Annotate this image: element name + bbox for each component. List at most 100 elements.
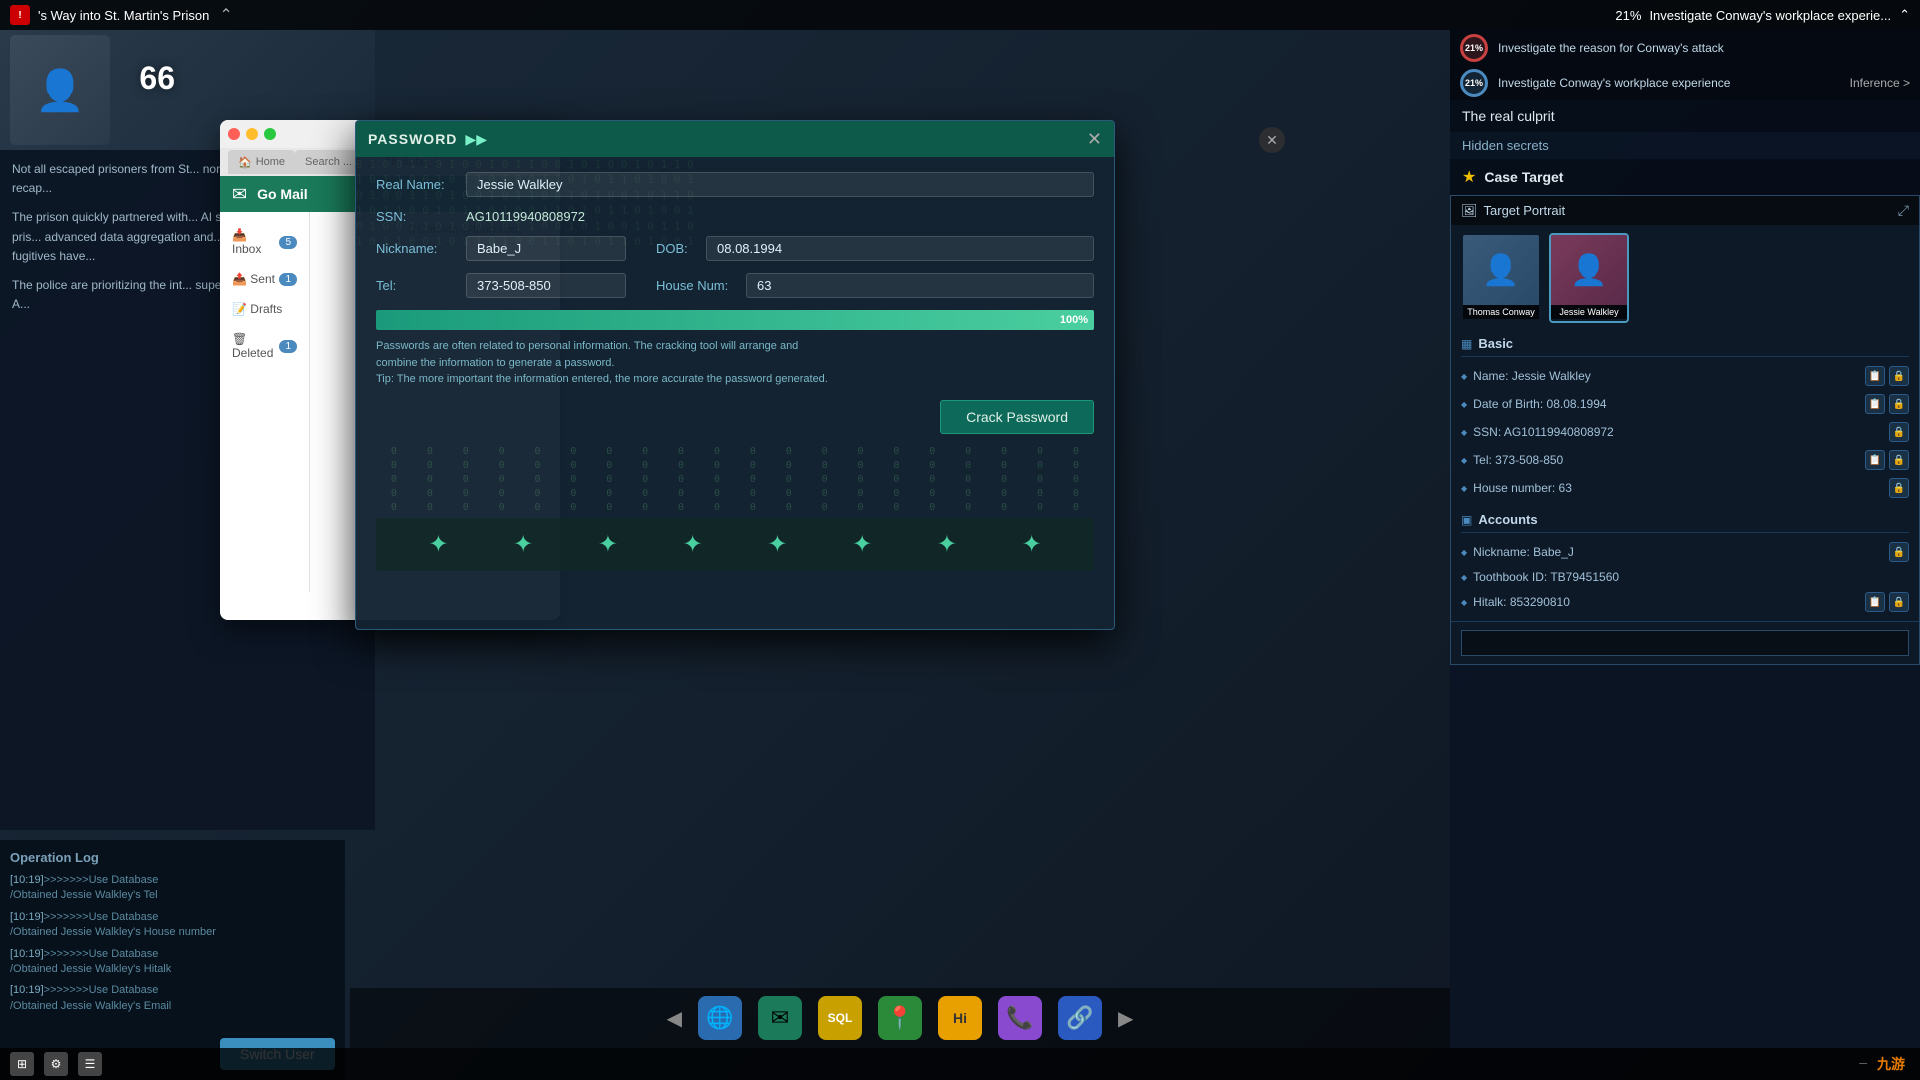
lock-dob-btn[interactable]: 🔒 <box>1889 394 1909 414</box>
lock-tel-btn[interactable]: 🔒 <box>1889 450 1909 470</box>
gomail-inbox[interactable]: 📥 Inbox 5 <box>220 220 309 264</box>
gomail-drafts[interactable]: 📝 Drafts <box>220 294 309 324</box>
top-bar-collapse-right[interactable]: ⌃ <box>1899 7 1910 23</box>
copy-dob-btn[interactable]: 📋 <box>1865 394 1885 414</box>
lock-nickname-btn[interactable]: 🔒 <box>1889 542 1909 562</box>
basic-info-section: ▦ Basic ◆ Name: Jessie Walkley 📋 🔒 ◆ Dat… <box>1451 331 1919 507</box>
dot-house: ◆ <box>1461 484 1467 493</box>
taskbar-menu-btn[interactable]: ☰ <box>78 1052 102 1076</box>
tab-search-label: Search ... <box>305 156 352 168</box>
label-toothbook: Toothbook ID: TB79451560 <box>1473 570 1909 584</box>
ssn-row: SSN: AG10119940808972 <box>376 209 1094 224</box>
tab-home-label: Home <box>256 156 285 168</box>
progress-percent: 100% <box>1060 314 1088 326</box>
copy-hitalk-btn[interactable]: 📋 <box>1865 592 1885 612</box>
task-description: Investigate Conway's workplace experie..… <box>1649 8 1891 23</box>
lock-ssn-btn[interactable]: 🔒 <box>1889 422 1909 442</box>
section-hidden-secrets: Hidden secrets <box>1450 132 1920 159</box>
deleted-badge: 1 <box>279 340 297 353</box>
dot-name: ◆ <box>1461 372 1467 381</box>
dock-globe-icon[interactable]: 🌐 <box>698 996 742 1040</box>
gomail-sent[interactable]: 📤 Sent 1 <box>220 264 309 294</box>
tab-home[interactable]: 🏠 Home <box>228 150 295 174</box>
gomail-logo-text: Go Mail <box>257 186 308 202</box>
lock-name-btn[interactable]: 🔒 <box>1889 366 1909 386</box>
dot-nickname: ◆ <box>1461 548 1467 557</box>
password-asterisk-8: ✦ <box>1022 530 1042 559</box>
conway-avatar-image: 👤 <box>1463 235 1539 305</box>
window-close-btn[interactable] <box>228 128 240 140</box>
info-row-tel: ◆ Tel: 373-508-850 📋 🔒 <box>1461 446 1909 474</box>
character-avatar: 👤 <box>10 35 110 145</box>
progress-bar-fill: 100% <box>376 310 1094 330</box>
inference-button[interactable]: Inference > <box>1850 76 1910 90</box>
portrait-icon: 🖼 <box>1461 203 1478 219</box>
hitalk-actions: 📋 🔒 <box>1865 592 1909 612</box>
search-input[interactable] <box>1461 630 1909 656</box>
dock-hi-icon[interactable]: Hi <box>938 996 982 1040</box>
password-asterisk-2: ✦ <box>513 530 533 559</box>
top-bar-right: 21% Investigate Conway's workplace exper… <box>1605 7 1920 23</box>
avatar-conway[interactable]: 👤 Thomas Conway <box>1461 233 1541 323</box>
dot-hitalk: ◆ <box>1461 598 1467 607</box>
password-body: 0 1 0 0 1 1 0 1 0 0 1 0 1 1 0 0 1 0 1 0 … <box>356 157 1114 586</box>
gomail-logo-icon: ✉ <box>232 184 247 205</box>
ssn-actions: 🔒 <box>1889 422 1909 442</box>
lock-hitalk-btn[interactable]: 🔒 <box>1889 592 1909 612</box>
accounts-info-header: ▣ Accounts <box>1461 507 1909 533</box>
copy-tel-btn[interactable]: 📋 <box>1865 450 1885 470</box>
info-row-toothbook: ◆ Toothbook ID: TB79451560 <box>1461 566 1909 588</box>
password-asterisk-4: ✦ <box>683 530 703 559</box>
label-ssn: SSN: AG10119940808972 <box>1473 425 1883 439</box>
window-minimize-btn[interactable] <box>246 128 258 140</box>
label-house: House number: 63 <box>1473 481 1883 495</box>
ssn-value: AG10119940808972 <box>466 209 585 224</box>
gomail-deleted[interactable]: 🗑 Deleted 1 <box>220 324 309 368</box>
dot-dob: ◆ <box>1461 400 1467 409</box>
collapse-icon[interactable]: ⌃ <box>219 5 232 25</box>
tab-home-icon: 🏠 <box>238 156 252 169</box>
target-portrait-panel: 🖼 Target Portrait ⤢ 👤 Thomas Conway 👤 Je… <box>1450 195 1920 665</box>
dot-ssn: ◆ <box>1461 428 1467 437</box>
basic-section-icon: ▦ <box>1461 337 1472 351</box>
info-row-dob: ◆ Date of Birth: 08.08.1994 📋 🔒 <box>1461 390 1909 418</box>
matrix-row-1: 00000000000000000000 <box>376 446 1094 457</box>
dock-right-arrow[interactable]: ▶ <box>1118 1006 1133 1031</box>
window-maximize-btn[interactable] <box>264 128 276 140</box>
password-title: PASSWORD <box>368 131 457 147</box>
dock-link-icon[interactable]: 🔗 <box>1058 996 1102 1040</box>
accounts-section-icon: ▣ <box>1461 513 1472 527</box>
crack-password-button[interactable]: Crack Password <box>940 400 1094 434</box>
dot-tel: ◆ <box>1461 456 1467 465</box>
dock-sql-icon[interactable]: SQL <box>818 996 862 1040</box>
matrix-row-4: 00000000000000000000 <box>376 488 1094 499</box>
nickname-value: Babe_J <box>466 236 626 261</box>
sent-badge: 1 <box>279 273 297 286</box>
info-row-ssn: ◆ SSN: AG10119940808972 🔒 <box>1461 418 1909 446</box>
tel-value: 373-508-850 <box>466 273 626 298</box>
taskbar-windows-btn[interactable]: ⊞ <box>10 1052 34 1076</box>
taskbar-settings-btn[interactable]: ⚙ <box>44 1052 68 1076</box>
dob-label: DOB: <box>656 241 706 256</box>
dock-phone-icon[interactable]: 📞 <box>998 996 1042 1040</box>
portrait-header: 🖼 Target Portrait ⤢ <box>1451 196 1919 225</box>
password-asterisk-1: ✦ <box>428 530 448 559</box>
dock-location-icon[interactable]: 📍 <box>878 996 922 1040</box>
gomail-outer-close[interactable]: ✕ <box>1259 127 1285 153</box>
password-close-btn[interactable]: ✕ <box>1087 129 1102 150</box>
avatar-jessie[interactable]: 👤 Jessie Walkley <box>1549 233 1629 323</box>
portrait-expand-btn[interactable]: ⤢ <box>1898 202 1909 219</box>
dock-mail-icon[interactable]: ✉ <box>758 996 802 1040</box>
nickname-dob-row: Nickname: Babe_J DOB: 08.08.1994 <box>376 236 1094 261</box>
nickname-actions: 🔒 <box>1889 542 1909 562</box>
game-icon: ! <box>10 5 30 25</box>
scene-number: 66 <box>139 60 175 97</box>
task2-circle: 21% <box>1460 69 1488 97</box>
taskbar-brand: 九游 <box>1877 1054 1905 1074</box>
password-modal: PASSWORD ▶▶ ✕ 0 1 0 0 1 1 0 1 0 0 1 0 1 … <box>355 120 1115 630</box>
copy-name-btn[interactable]: 📋 <box>1865 366 1885 386</box>
lock-house-btn[interactable]: 🔒 <box>1889 478 1909 498</box>
tel-label: Tel: <box>376 278 466 293</box>
dock-left-arrow[interactable]: ◀ <box>667 1006 682 1031</box>
log-entry: [10:19]>>>>>>>Use Database /Obtained Jes… <box>10 910 335 941</box>
